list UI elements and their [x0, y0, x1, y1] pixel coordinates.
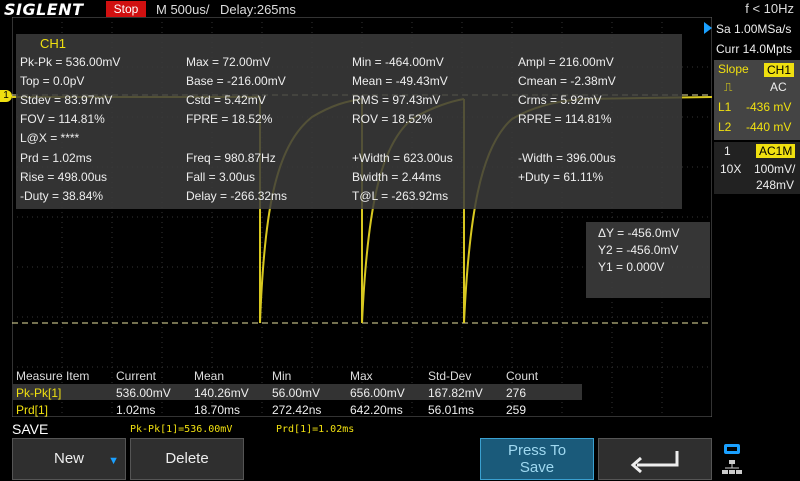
cursor-y1: Y1 = 0.000V	[598, 260, 665, 274]
measure-freq: Freq = 980.87Hz	[186, 151, 276, 165]
cursor-delta-y: ΔY = -456.0mV	[598, 226, 680, 240]
footer-readout-prd: Prd[1]=1.02ms	[276, 424, 355, 435]
cursor-readout-panel: ΔY = -456.0mV Y2 = -456.0mV Y1 = 0.000V	[586, 222, 710, 298]
channel-coupling-badge: AC1M	[756, 144, 796, 158]
stats-row2-mean: 18.70ms	[194, 403, 241, 417]
measure-crms: Crms = 5.92mV	[518, 93, 602, 107]
measure-l-at-x: L@X = ****	[20, 131, 80, 145]
stats-row2-std-dev: 56.01ms	[428, 403, 475, 417]
trigger-slope-label: Slope	[718, 62, 749, 76]
delete-button[interactable]: Delete	[130, 438, 244, 480]
usb-icon	[722, 442, 742, 456]
press-to-save-button[interactable]: Press To Save	[480, 438, 594, 480]
stats-header-min: Min	[272, 369, 292, 383]
network-icon	[722, 460, 742, 476]
trigger-l2-label: L2	[718, 120, 732, 134]
save-label: Save	[519, 459, 555, 476]
arrow-down-icon: ▼	[108, 455, 119, 467]
cursor-y2: Y2 = -456.0mV	[598, 243, 679, 257]
stats-row1-max: 656.00mV	[350, 386, 405, 400]
trigger-coupling: AC	[770, 80, 787, 94]
ch1-offset-marker[interactable]: 1	[0, 90, 12, 102]
stats-header-current: Current	[116, 369, 157, 383]
measure-fov: FOV = 114.81%	[20, 112, 105, 126]
channel-probe: 10X	[720, 162, 742, 176]
measure-ampl: Ampl = 216.00mV	[518, 55, 614, 69]
stats-header-max: Max	[350, 369, 373, 383]
measurement-panel: CH1 Pk-Pk = 536.00mV Max = 72.00mV Min =…	[16, 34, 682, 209]
stats-row1-mean: 140.26mV	[194, 386, 249, 400]
trigger-level-marker[interactable]	[704, 22, 712, 34]
measure-prd: Prd = 1.02ms	[20, 151, 92, 165]
stats-header-item: Measure Item	[16, 369, 90, 383]
measurement-statistics-table: Measure Item Current Mean Min Max Std-De…	[12, 368, 712, 420]
trigger-source-badge: CH1	[764, 63, 795, 77]
measure-fpre: FPRE = 18.52%	[186, 112, 273, 126]
measure-max: Max = 72.00mV	[186, 55, 271, 69]
stats-row1-current: 536.00mV	[116, 386, 171, 400]
measure-base: Base = -216.00mV	[186, 74, 286, 88]
run-state-badge[interactable]: Stop	[106, 1, 146, 17]
measure-plus-width: +Width = 623.00us	[352, 151, 453, 165]
trigger-l1-value: -436 mV	[746, 100, 792, 114]
menu-title: SAVE	[12, 421, 49, 437]
channel-number: 1	[724, 144, 731, 158]
measure-cmean: Cmean = -2.38mV	[518, 74, 616, 88]
measure-t-at-l: T@L = -263.92ms	[352, 189, 449, 203]
measure-minus-width: -Width = 396.00us	[518, 151, 616, 165]
trigger-frequency-readout: f < 10Hz	[745, 1, 794, 16]
measure-rms: RMS = 97.43mV	[352, 93, 441, 107]
footer-readout-pk-pk: Pk-Pk[1]=536.00mV	[130, 424, 233, 435]
press-to-label: Press To	[507, 442, 567, 459]
stats-row1-count: 276	[506, 386, 527, 400]
measure-minus-duty: -Duty = 38.84%	[20, 189, 104, 203]
delay-readout: Delay:265ms	[220, 2, 296, 17]
measure-min: Min = -464.00mV	[352, 55, 444, 69]
trigger-l1-label: L1	[718, 100, 732, 114]
sample-rate: Sa 1.00MSa/s	[716, 22, 792, 36]
stats-row1-item: Pk-Pk[1]	[16, 386, 62, 400]
timebase-readout: M 500us/	[156, 2, 210, 17]
stats-header-mean: Mean	[194, 369, 225, 383]
stats-row2-count: 259	[506, 403, 527, 417]
measure-rov: ROV = 18.52%	[352, 112, 433, 126]
return-button[interactable]	[598, 438, 712, 480]
stats-row2-min: 272.42ns	[272, 403, 322, 417]
stats-row2-max: 642.20ms	[350, 403, 403, 417]
delete-button-label: Delete	[165, 450, 209, 467]
trigger-l2-value: -440 mV	[746, 120, 792, 134]
memory-depth: Curr 14.0Mpts	[716, 42, 793, 56]
new-button[interactable]: New ▼	[12, 438, 126, 480]
measure-plus-duty: +Duty = 61.11%	[518, 170, 604, 184]
measure-delay: Delay = -266.32ms	[186, 189, 288, 203]
stats-header-count: Count	[506, 369, 539, 383]
measure-pk-pk: Pk-Pk = 536.00mV	[20, 55, 121, 69]
stats-row2-item: Prd[1]	[16, 403, 49, 417]
stats-row1-std-dev: 167.82mV	[428, 386, 483, 400]
trigger-panel[interactable]: Slope CH1 ⎍ AC L1 -436 mV L2 -440 mV	[714, 60, 800, 140]
stats-row1-min: 56.00mV	[272, 386, 321, 400]
return-arrow-icon	[630, 451, 679, 474]
measure-rise: Rise = 498.00us	[20, 170, 108, 184]
measure-top: Top = 0.0pV	[20, 74, 85, 88]
stats-row2-current: 1.02ms	[116, 403, 156, 417]
measure-channel-title: CH1	[40, 36, 67, 51]
stats-header-std-dev: Std-Dev	[428, 369, 472, 383]
measure-cstd: Cstd = 5.42mV	[186, 93, 266, 107]
measure-fall: Fall = 3.00us	[186, 170, 256, 184]
measure-stdev: Stdev = 83.97mV	[20, 93, 113, 107]
channel-offset: 248mV	[756, 178, 795, 192]
measure-bwidth: Bwidth = 2.44ms	[352, 170, 442, 184]
measure-rpre: RPRE = 114.81%	[518, 112, 612, 126]
channel1-settings-panel[interactable]: 1 AC1M 10X 100mV/ 248mV	[714, 142, 800, 194]
measure-mean: Mean = -49.43mV	[352, 74, 448, 88]
channel-scale: 100mV/	[754, 162, 796, 176]
rising-edge-icon: ⎍	[724, 80, 733, 94]
